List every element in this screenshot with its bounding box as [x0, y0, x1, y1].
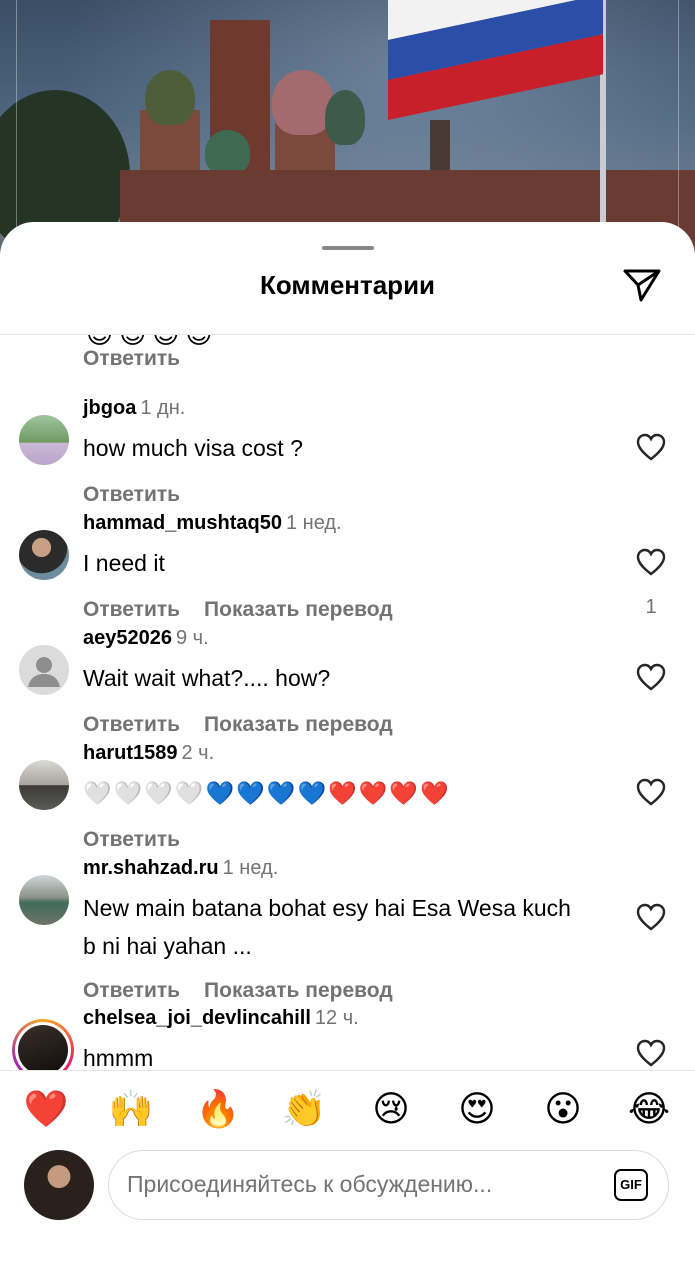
frame-line-right: [678, 0, 679, 230]
avatar[interactable]: [19, 415, 69, 465]
comment-header: harut1589 2 ч.: [83, 742, 214, 765]
comment-input[interactable]: [127, 1151, 597, 1218]
timestamp: 1 нед.: [222, 857, 279, 879]
cathedral-dome-2: [205, 130, 250, 175]
avatar-ring-gap: [15, 1022, 71, 1070]
timestamp: 9 ч.: [175, 627, 209, 649]
gif-button[interactable]: GIF: [614, 1169, 648, 1201]
laughing-reaction-button[interactable]: 😂: [626, 1086, 672, 1132]
reply-button[interactable]: Ответить: [83, 979, 180, 1002]
current-user-avatar: [24, 1150, 94, 1220]
comment-text: I need it: [83, 550, 165, 576]
avatar[interactable]: [19, 760, 69, 810]
show-translation-button[interactable]: Показать перевод: [204, 713, 393, 736]
comments-list[interactable]: 😊😊😊😊 Ответить jbgoa1 дн. how much visa c…: [0, 335, 695, 1070]
comment-actions: Ответить Показать перевод: [83, 713, 393, 737]
avatar[interactable]: [19, 645, 69, 695]
surprised-reaction-button[interactable]: 😮: [540, 1086, 586, 1132]
like-count: 1: [645, 596, 657, 618]
frame-line-left: [16, 0, 17, 230]
comment-actions: Ответить Показать перевод: [83, 598, 393, 622]
heart-icon[interactable]: [636, 903, 666, 931]
comment-header: aey52026 9 ч.: [83, 627, 209, 650]
username[interactable]: harut1589: [83, 742, 178, 764]
avatar[interactable]: [19, 875, 69, 925]
comment-header: mr.shahzad.ru 1 нед.: [83, 857, 278, 880]
send-icon[interactable]: [622, 267, 662, 303]
comment-text: hmmm: [83, 1045, 154, 1070]
show-translation-button[interactable]: Показать перевод: [204, 979, 393, 1002]
cathedral-dome-4: [325, 90, 365, 145]
timestamp: 1 дн.: [140, 397, 186, 419]
username[interactable]: mr.shahzad.ru: [83, 857, 219, 879]
comment-text: 🤍🤍🤍🤍💙💙💙💙❤️❤️❤️❤️: [83, 780, 451, 806]
username[interactable]: aey52026: [83, 627, 172, 649]
comment-input-wrapper: GIF: [108, 1150, 669, 1220]
comment-actions: Ответить: [83, 828, 180, 852]
username[interactable]: hammad_mushtaq50: [83, 512, 282, 534]
username[interactable]: jbgoa: [83, 397, 136, 419]
timestamp: 12 ч.: [314, 1007, 359, 1029]
comment-actions: Ответить Показать перевод: [83, 979, 393, 1003]
fire-reaction-button[interactable]: 🔥: [195, 1086, 241, 1132]
comment-composer: GIF: [0, 1142, 695, 1242]
heart-icon[interactable]: [636, 433, 666, 461]
crying-reaction-button[interactable]: 😢: [368, 1086, 414, 1132]
heart-icon[interactable]: [636, 548, 666, 576]
heart-eyes-reaction-button[interactable]: 😍: [454, 1086, 500, 1132]
username[interactable]: chelsea_joi_devlincahill: [83, 1007, 311, 1029]
comment-header: chelsea_joi_devlincahill 12 ч.: [83, 1007, 359, 1030]
heart-icon[interactable]: [636, 663, 666, 691]
cathedral-dome: [145, 70, 195, 125]
reply-button[interactable]: Ответить: [83, 347, 180, 371]
comment-actions: Ответить: [83, 483, 180, 507]
sheet-title: Комментарии: [259, 270, 436, 300]
clap-reaction-button[interactable]: 👏: [281, 1086, 327, 1132]
timestamp: 1 нед.: [285, 512, 342, 534]
composer-divider: [0, 1070, 695, 1071]
show-translation-button[interactable]: Показать перевод: [204, 598, 393, 621]
reply-button[interactable]: Ответить: [83, 598, 180, 621]
timestamp: 2 ч.: [181, 742, 215, 764]
avatar[interactable]: [19, 530, 69, 580]
comment-text: New main batana bohat esy hai Esa Wesa k…: [83, 895, 571, 959]
default-avatar-icon: [28, 657, 60, 687]
heart-reaction-button[interactable]: ❤️: [23, 1086, 69, 1132]
comment-header: jbgoa 1 дн.: [83, 397, 185, 420]
reply-button[interactable]: Ответить: [83, 828, 180, 851]
raised-hands-reaction-button[interactable]: 🙌: [108, 1086, 154, 1132]
comments-sheet: Комментарии 😊😊😊😊 Ответить jbgoa1 дн. how…: [0, 222, 695, 1280]
heart-icon[interactable]: [636, 1039, 666, 1067]
comment-header: hammad_mushtaq50 1 нед.: [83, 512, 342, 535]
avatar: [18, 1025, 68, 1070]
reply-button[interactable]: Ответить: [83, 483, 180, 506]
sheet-grabber[interactable]: [322, 246, 374, 250]
comment-text: Wait wait what?.... how?: [83, 665, 331, 691]
comment-text: how much visa cost ?: [83, 435, 303, 461]
heart-icon[interactable]: [636, 778, 666, 806]
avatar-story-ring[interactable]: [12, 1019, 74, 1070]
quick-reactions-bar: ❤️ 🙌 🔥 👏 😢 😍 😮 😂: [0, 1080, 695, 1140]
reply-button[interactable]: Ответить: [83, 713, 180, 736]
